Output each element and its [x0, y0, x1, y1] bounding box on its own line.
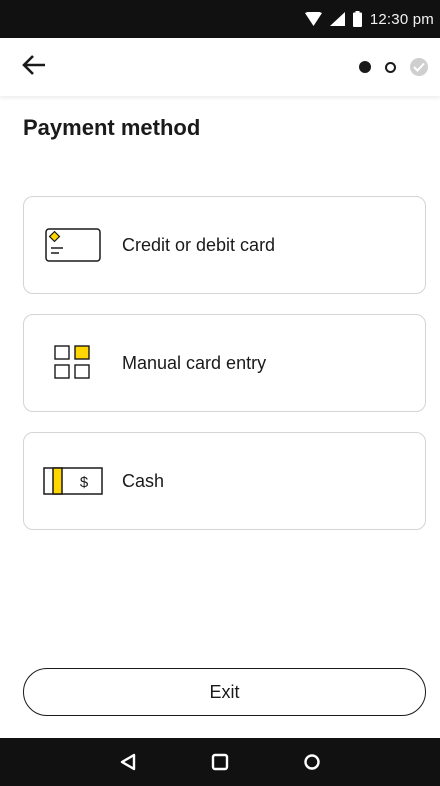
option-credit-debit-card[interactable]: Credit or debit card — [23, 196, 426, 294]
home-square-icon[interactable] — [206, 748, 234, 776]
status-bar: 12:30 pm — [0, 0, 440, 38]
step-indicator — [359, 58, 428, 76]
status-time: 12:30 pm — [369, 10, 434, 28]
option-label: Cash — [122, 470, 165, 491]
app-bar — [0, 38, 440, 96]
option-label: Credit or debit card — [122, 234, 276, 255]
cash-icon: $ — [24, 432, 122, 530]
check-circle-icon — [410, 58, 428, 76]
system-nav-bar — [0, 738, 440, 786]
arrow-left-icon — [22, 54, 46, 81]
page-title: Payment method — [23, 115, 201, 140]
recents-circle-icon[interactable] — [298, 748, 326, 776]
wifi-icon — [304, 12, 322, 26]
option-cash[interactable]: $ Cash — [23, 432, 426, 530]
svg-text:$: $ — [80, 474, 89, 491]
back-button[interactable] — [22, 50, 56, 84]
grid-keypad-icon — [24, 314, 122, 412]
option-label: Manual card entry — [122, 352, 267, 373]
step-current-dot — [359, 61, 371, 73]
option-manual-card-entry[interactable]: Manual card entry — [23, 314, 426, 412]
step-upcoming-dot — [385, 61, 396, 73]
cellular-signal-icon — [329, 12, 345, 26]
back-triangle-icon[interactable] — [114, 748, 142, 776]
battery-icon — [352, 11, 362, 27]
exit-button[interactable]: Exit — [23, 668, 426, 716]
credit-card-icon — [24, 196, 122, 294]
